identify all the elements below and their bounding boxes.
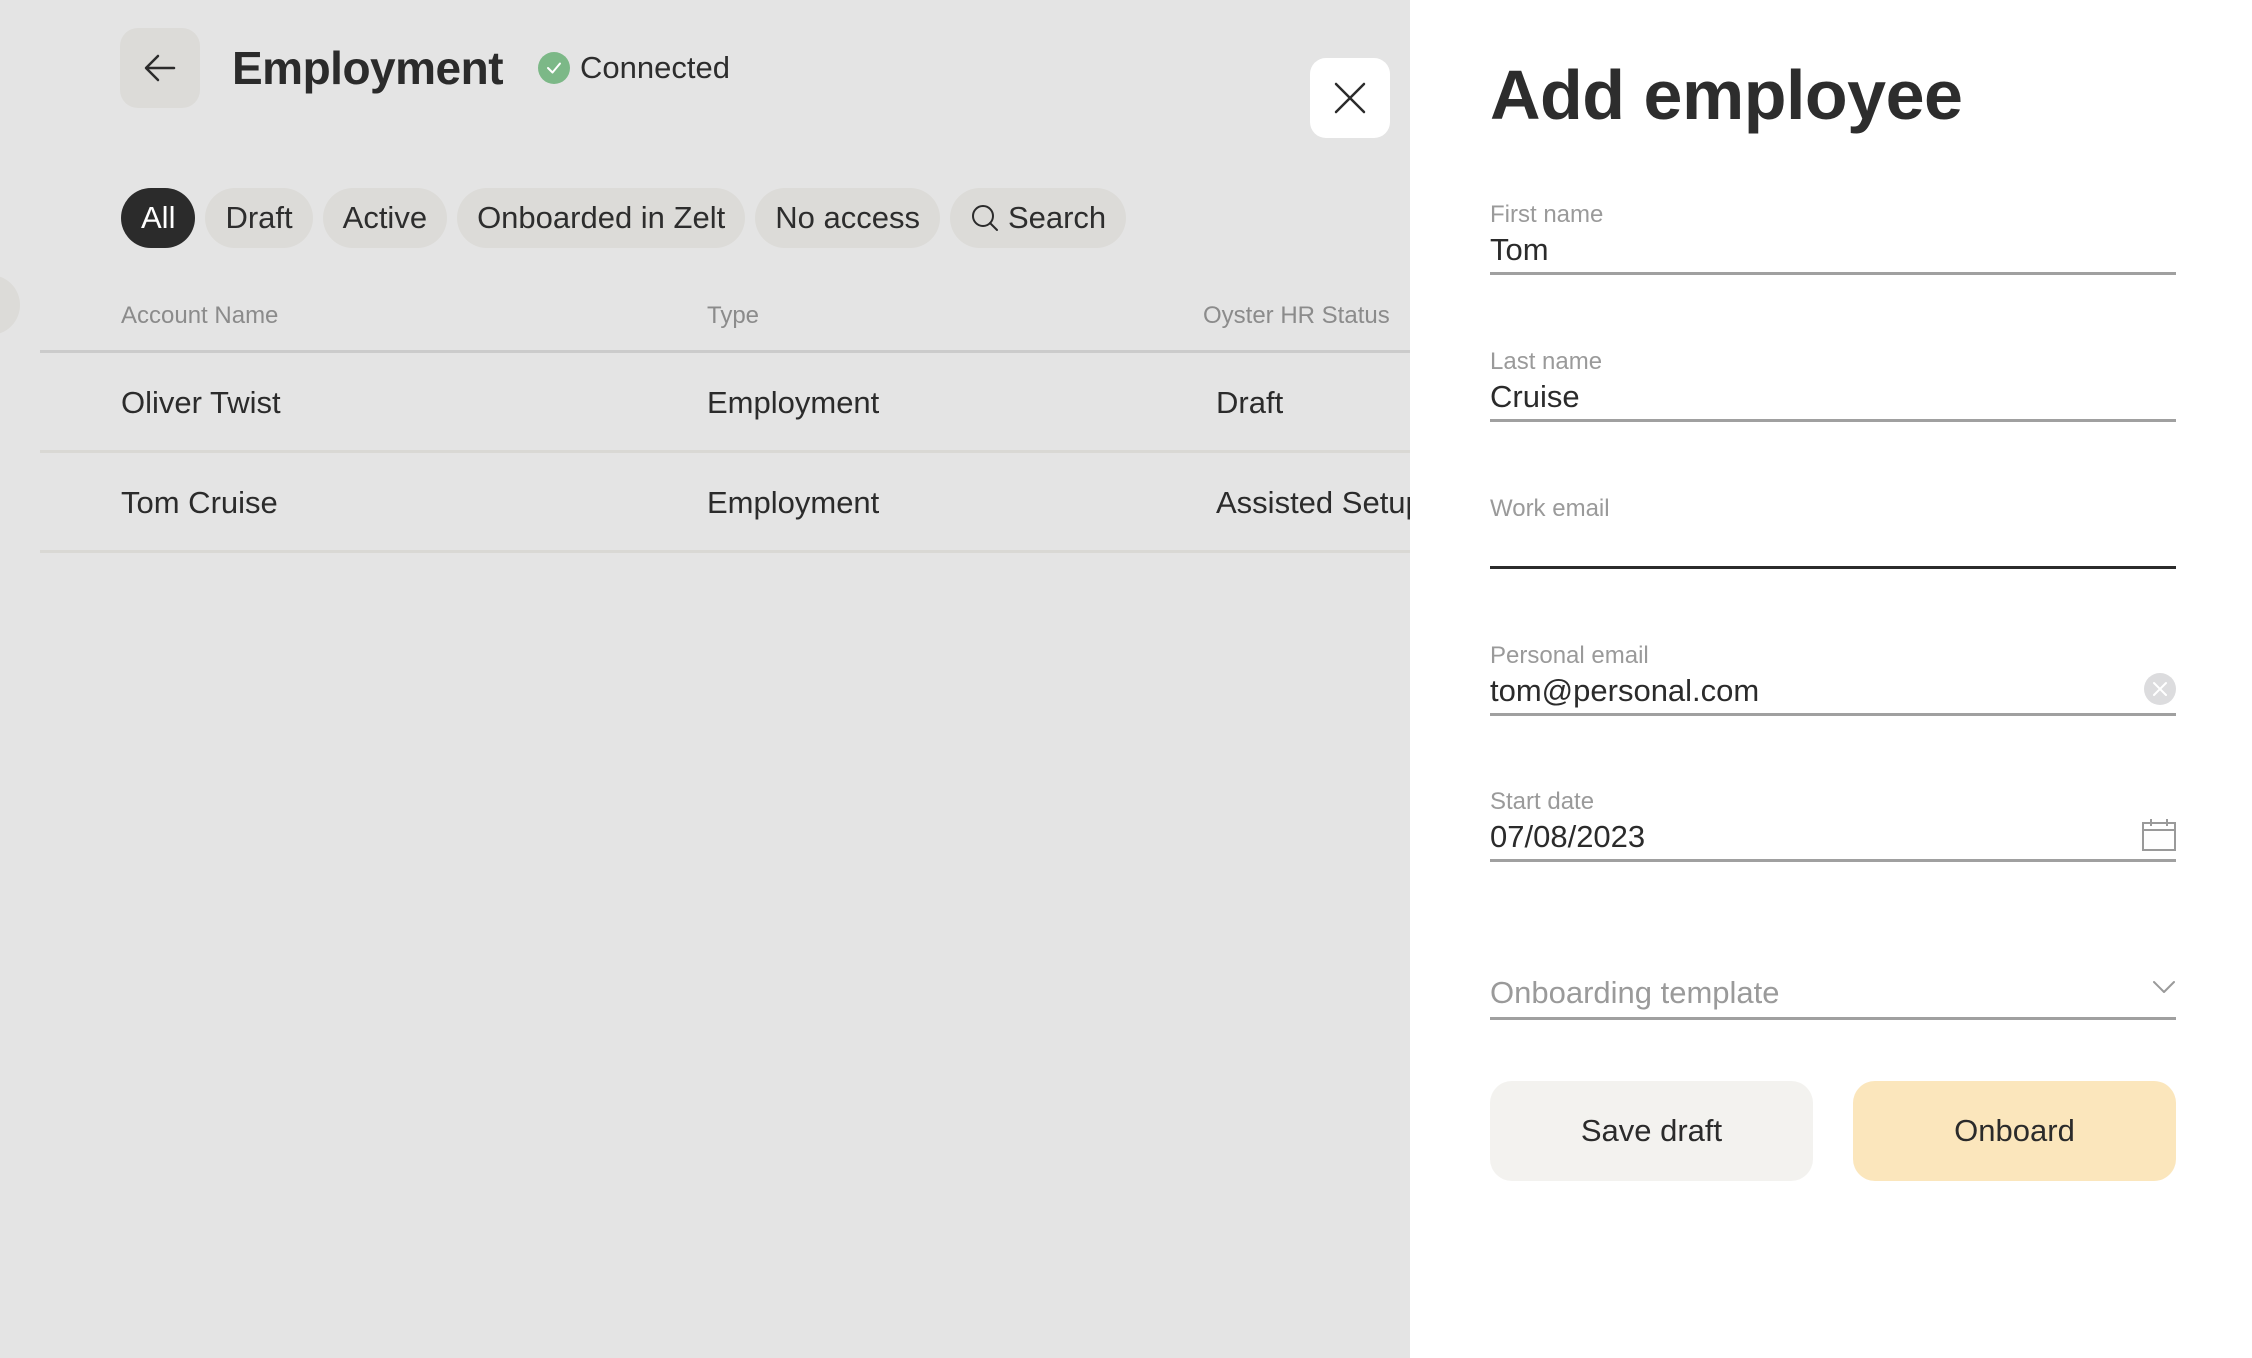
filter-label: Active <box>342 200 428 235</box>
employees-table: Account Name Type Oyster HR Status Olive… <box>40 280 1423 553</box>
last-name-input[interactable]: Cruise <box>1490 377 2176 419</box>
onboarding-template-select[interactable]: Onboarding template <box>1490 973 2176 1020</box>
close-drawer-button[interactable] <box>1310 58 1390 138</box>
calendar-icon[interactable] <box>2142 819 2176 856</box>
onboarding-template-placeholder: Onboarding template <box>1490 975 1780 1010</box>
search-button[interactable]: Search <box>949 188 1127 248</box>
filter-label: Onboarded in Zelt <box>477 200 726 235</box>
chevron-down-icon[interactable] <box>2152 979 2176 1000</box>
filter-label: Search <box>1007 200 1107 235</box>
close-icon <box>1334 82 1366 114</box>
personal-email-input[interactable]: tom@personal.com <box>1490 671 2176 713</box>
first-name-underline <box>1490 272 2176 275</box>
last-name-field[interactable]: Last name Cruise <box>1490 347 2176 422</box>
filter-all[interactable]: All <box>121 188 196 248</box>
start-date-label: Start date <box>1490 788 1595 815</box>
side-handle[interactable] <box>0 275 20 335</box>
filter-label: All <box>141 200 176 235</box>
work-email-underline <box>1490 566 2176 569</box>
search-icon <box>971 205 998 231</box>
status-text: Connected <box>580 50 730 85</box>
filter-bar: All Draft Active Onboarded in Zelt No ac… <box>121 188 1127 248</box>
cell-account-name: Oliver Twist <box>121 385 281 420</box>
cell-status: Assisted Setup <box>1216 485 1423 520</box>
column-header-type[interactable]: Type <box>707 302 759 330</box>
cell-type: Employment <box>707 485 880 520</box>
filter-label: Draft <box>225 200 293 235</box>
first-name-label: First name <box>1490 201 1604 228</box>
cell-account-name: Tom Cruise <box>121 485 278 520</box>
start-date-underline <box>1490 859 2176 862</box>
work-email-field[interactable]: Work email <box>1490 494 2176 569</box>
personal-email-label: Personal email <box>1490 642 1649 669</box>
back-button[interactable] <box>120 28 200 108</box>
cell-type: Employment <box>707 385 880 420</box>
personal-email-field[interactable]: Personal email tom@personal.com <box>1490 641 2176 716</box>
first-name-field[interactable]: First name Tom <box>1490 200 2176 275</box>
filter-label: No access <box>775 200 920 235</box>
work-email-input[interactable] <box>1490 524 2176 566</box>
table-row[interactable]: Oliver Twist Employment Draft <box>40 353 1410 453</box>
drawer-title: Add employee <box>1490 56 1963 134</box>
last-name-underline <box>1490 419 2176 422</box>
check-circle-icon <box>538 52 570 84</box>
table-header: Account Name Type Oyster HR Status <box>40 280 1410 353</box>
filter-no-access[interactable]: No access <box>755 188 940 248</box>
cell-status: Draft <box>1216 385 1284 420</box>
work-email-label: Work email <box>1490 495 1610 522</box>
connection-status: Connected <box>538 44 730 92</box>
start-date-field[interactable]: Start date 07/08/2023 <box>1490 787 2176 862</box>
column-header-oyster-hr-status[interactable]: Oyster HR Status <box>1203 302 1390 330</box>
arrow-left-icon <box>144 54 176 82</box>
filter-onboarded-in-zelt[interactable]: Onboarded in Zelt <box>457 188 746 248</box>
column-header-account-name[interactable]: Account Name <box>121 302 278 330</box>
clear-icon[interactable] <box>2144 673 2176 710</box>
onboard-button[interactable]: Onboard <box>1853 1081 2176 1181</box>
personal-email-underline <box>1490 713 2176 716</box>
save-draft-button[interactable]: Save draft <box>1490 1081 1813 1181</box>
start-date-input[interactable]: 07/08/2023 <box>1490 817 2176 859</box>
first-name-input[interactable]: Tom <box>1490 230 2176 272</box>
table-row[interactable]: Tom Cruise Employment Assisted Setup <box>40 453 1423 553</box>
page-title: Employment <box>232 42 504 94</box>
last-name-label: Last name <box>1490 348 1603 375</box>
onboarding-template-underline <box>1490 1017 2176 1020</box>
filter-active[interactable]: Active <box>322 188 448 248</box>
filter-draft[interactable]: Draft <box>205 188 313 248</box>
